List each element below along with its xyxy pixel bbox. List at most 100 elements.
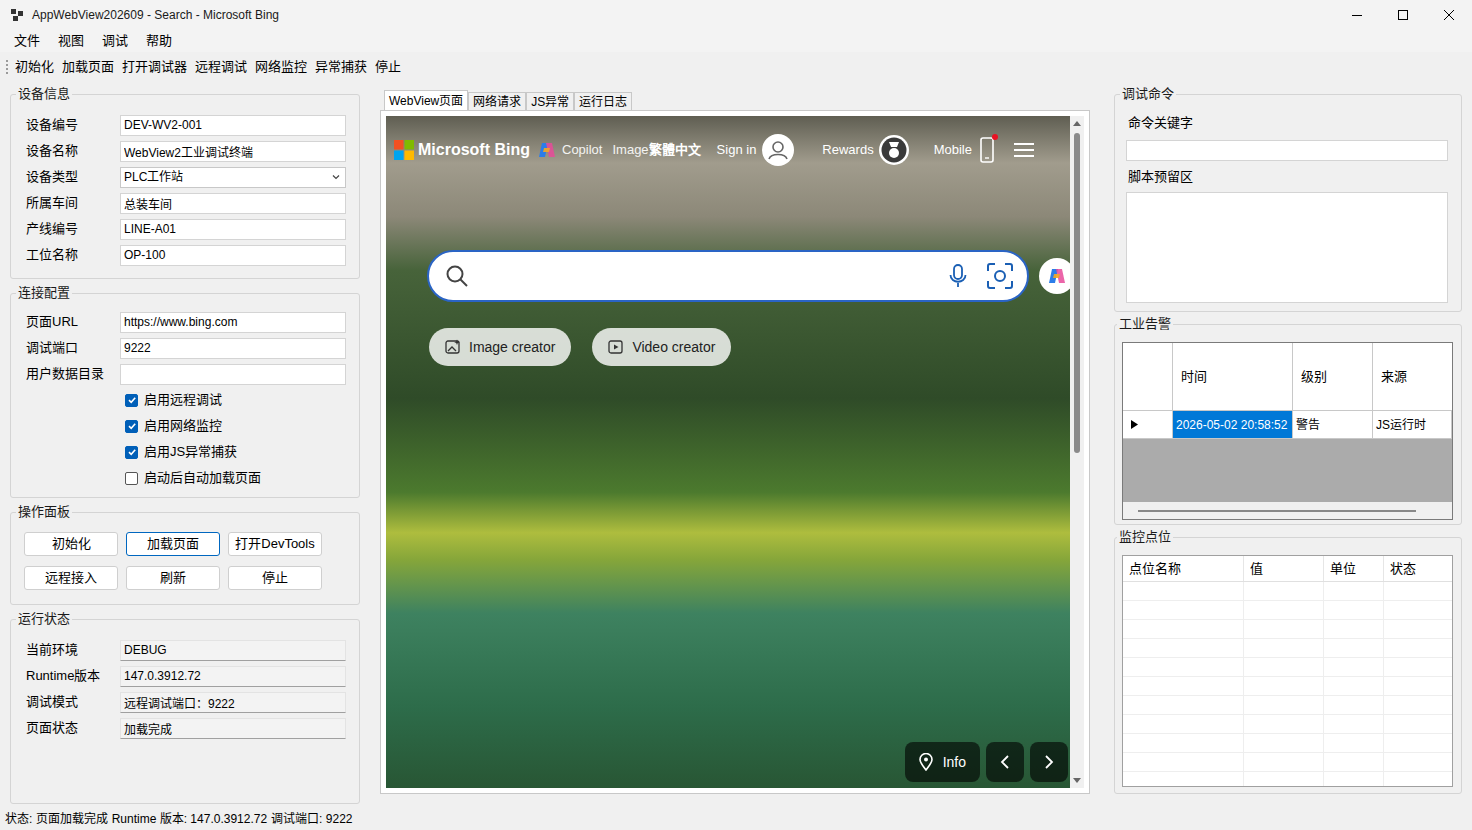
readonly-field[interactable] <box>120 718 346 739</box>
hamburger-icon[interactable] <box>1014 142 1034 158</box>
tab[interactable]: 网络请求 <box>468 92 526 110</box>
scroll-up-icon[interactable] <box>1070 116 1084 130</box>
toolbar-button[interactable]: 网络监控 <box>251 57 311 77</box>
rewards-link[interactable]: Rewards <box>822 140 873 160</box>
operation-button[interactable]: 加载页面 <box>126 532 220 556</box>
scroll-thumb[interactable] <box>1074 133 1080 453</box>
avatar-icon[interactable] <box>762 134 794 166</box>
text-field[interactable] <box>120 338 346 359</box>
column-header[interactable]: 值 <box>1244 556 1324 581</box>
empty-cell <box>1244 753 1324 771</box>
runtime-group-title: 运行状态 <box>16 611 72 627</box>
tab[interactable]: WebView页面 <box>384 90 468 110</box>
text-field[interactable] <box>120 364 346 385</box>
web-page[interactable]: Microsoft Bing Copilot Image繁體中文 Sign in Rew… <box>386 116 1070 788</box>
toolbar-button[interactable]: 打开调试器 <box>118 57 191 77</box>
keyword-input[interactable] <box>1126 140 1448 161</box>
text-field[interactable] <box>120 245 346 266</box>
alarm-row[interactable]: 2026-05-02 20:58:52警告JS运行时 <box>1123 411 1452 439</box>
toolbar-button[interactable]: 加载页面 <box>58 57 118 77</box>
readonly-field[interactable] <box>120 666 346 687</box>
checkbox-label: 启用远程调试 <box>144 390 222 410</box>
medal-icon[interactable] <box>878 134 910 166</box>
page-scrollbar[interactable] <box>1070 116 1084 788</box>
checkbox[interactable] <box>125 420 138 433</box>
toolbar-button[interactable]: 初始化 <box>11 57 58 77</box>
empty-cell <box>1384 582 1452 600</box>
operation-button[interactable]: 初始化 <box>24 532 118 556</box>
close-icon[interactable] <box>1426 0 1472 30</box>
checkbox-row[interactable]: 启动后自动加载页面 <box>21 465 349 491</box>
webview: Microsoft Bing Copilot Image繁體中文 Sign in Rew… <box>386 116 1084 788</box>
grid-cell[interactable]: 警告 <box>1293 411 1373 438</box>
alarm-grid: 时间级别来源2026-05-02 20:58:52警告JS运行时 <box>1122 342 1453 520</box>
maximize-icon[interactable] <box>1380 0 1426 30</box>
copilot-button-icon[interactable] <box>1039 258 1070 294</box>
search-box[interactable] <box>427 250 1029 302</box>
menu-item[interactable]: 调试 <box>93 31 137 51</box>
text-field[interactable] <box>120 115 346 136</box>
empty-cell <box>1244 639 1324 657</box>
column-header[interactable]: 单位 <box>1324 556 1384 581</box>
nav-link[interactable]: Image <box>612 140 648 160</box>
scroll-down-icon[interactable] <box>1070 774 1084 788</box>
window-title: AppWebView202609 - Search - Microsoft Bi… <box>32 6 279 24</box>
search-input[interactable] <box>481 264 937 288</box>
tab[interactable]: JS异常 <box>526 92 574 110</box>
readonly-field[interactable] <box>120 692 346 713</box>
mobile-link[interactable]: Mobile <box>934 140 972 160</box>
operation-button[interactable]: 刷新 <box>126 566 220 590</box>
nav-link[interactable]: Copilot <box>562 140 602 160</box>
current-row-icon <box>1131 420 1138 429</box>
field-label: 产线编号 <box>21 219 120 239</box>
column-header[interactable]: 状态 <box>1384 556 1452 581</box>
checkbox[interactable] <box>125 394 138 407</box>
sign-in-link[interactable]: Sign in <box>717 140 757 160</box>
creator-button[interactable]: Image creator <box>429 328 571 366</box>
grid-cell[interactable]: JS运行时 <box>1373 411 1452 438</box>
checkbox[interactable] <box>125 472 138 485</box>
operation-button[interactable]: 停止 <box>228 566 322 590</box>
readonly-field[interactable] <box>120 640 346 661</box>
text-field[interactable] <box>120 141 346 162</box>
visual-search-icon[interactable] <box>987 263 1013 289</box>
checkbox[interactable] <box>125 446 138 459</box>
column-header[interactable]: 点位名称 <box>1123 556 1244 581</box>
menu-item[interactable]: 帮助 <box>137 31 181 51</box>
tab[interactable]: 运行日志 <box>574 92 632 110</box>
previous-icon[interactable] <box>986 742 1024 782</box>
column-header[interactable]: 级别 <box>1293 343 1373 410</box>
text-field[interactable] <box>120 193 346 214</box>
menu-item[interactable]: 视图 <box>49 31 93 51</box>
minimize-icon[interactable] <box>1334 0 1380 30</box>
checkbox-row[interactable]: 启用远程调试 <box>21 387 349 413</box>
empty-cell <box>1324 639 1384 657</box>
horizontal-scrollbar[interactable] <box>1123 502 1452 519</box>
info-button[interactable]: Info <box>905 742 980 782</box>
operation-button[interactable]: 打开DevTools <box>228 532 322 556</box>
column-header[interactable]: 来源 <box>1373 343 1452 410</box>
device-type-select[interactable]: PLC工作站 <box>120 167 346 188</box>
bing-logo-text[interactable]: Microsoft Bing <box>418 138 530 162</box>
nav-link[interactable]: 繁體中文 <box>649 140 701 160</box>
next-icon[interactable] <box>1030 742 1068 782</box>
creator-button[interactable]: Video creator <box>592 328 731 366</box>
device-info-group-title: 设备信息 <box>16 86 72 102</box>
text-field[interactable] <box>120 219 346 240</box>
toolbar-button[interactable]: 异常捕获 <box>311 57 371 77</box>
column-header[interactable]: 时间 <box>1173 343 1293 410</box>
toolbar-button[interactable]: 远程调试 <box>191 57 251 77</box>
checkbox-row[interactable]: 启用网络监控 <box>21 413 349 439</box>
phone-icon[interactable] <box>980 137 994 163</box>
checkbox-row[interactable]: 启用JS异常捕获 <box>21 439 349 465</box>
operation-button[interactable]: 远程接入 <box>24 566 118 590</box>
toolbar-button[interactable]: 停止 <box>371 57 405 77</box>
grid-cell[interactable]: 2026-05-02 20:58:52 <box>1173 411 1293 438</box>
row-header[interactable] <box>1123 411 1173 438</box>
script-textarea[interactable] <box>1126 192 1448 303</box>
scroll-thumb[interactable] <box>1138 510 1416 512</box>
microphone-icon[interactable] <box>949 264 967 288</box>
creator-row: Image creator Video creator <box>429 328 1070 366</box>
menu-item[interactable]: 文件 <box>5 31 49 51</box>
text-field[interactable] <box>120 312 346 333</box>
